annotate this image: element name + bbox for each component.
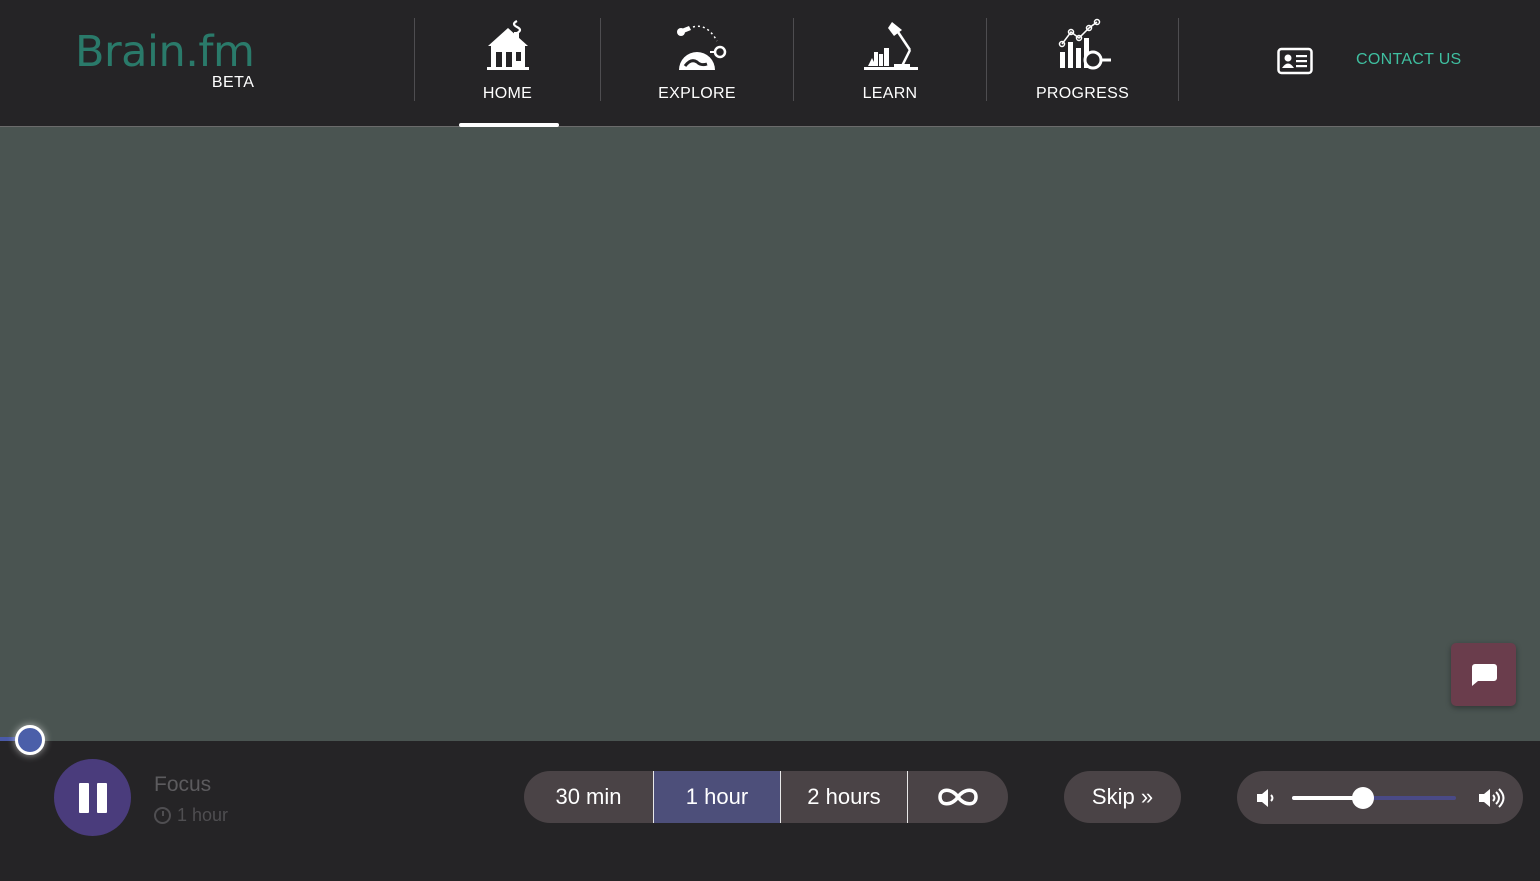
nav-item-explore[interactable]: EXPLORE (600, 18, 793, 102)
session-length-selector: 30 min 1 hour 2 hours (524, 771, 1008, 823)
skip-button[interactable]: Skip » (1064, 771, 1181, 823)
volume-high-icon[interactable] (1477, 785, 1507, 811)
nav-label-progress: PROGRESS (1035, 85, 1130, 102)
chart-magnifier-icon (1058, 18, 1111, 70)
pause-button[interactable] (54, 759, 131, 836)
volume-low-icon[interactable] (1255, 786, 1279, 810)
volume-slider[interactable] (1292, 787, 1456, 809)
id-card-icon[interactable] (1277, 46, 1313, 76)
active-tab-indicator (459, 123, 559, 127)
contact-us-link[interactable]: CONTACT US (1356, 51, 1462, 69)
main-nav: HOME EXPLORE LEARN PROGRESS (414, 18, 1179, 102)
timer-infinite[interactable] (908, 771, 1008, 823)
clock-icon (154, 807, 171, 824)
infinity-icon (938, 788, 978, 806)
track-duration: 1 hour (154, 805, 228, 826)
track-progress-knob[interactable] (15, 725, 45, 755)
timer-2-hours[interactable]: 2 hours (781, 771, 908, 823)
nav-item-home[interactable]: HOME (414, 18, 600, 102)
desk-lamp-icon (864, 22, 918, 70)
top-nav-bar: Brain.fm BETA HOME EXPLORE LEARN PROGRES… (0, 0, 1540, 127)
chat-button[interactable] (1451, 643, 1516, 706)
house-icon (486, 20, 529, 70)
timer-30-min[interactable]: 30 min (524, 771, 654, 823)
player-bar: Focus 1 hour 30 min 1 hour 2 hours Skip … (0, 741, 1540, 881)
volume-knob[interactable] (1351, 787, 1374, 809)
chat-bubble-icon (1471, 663, 1497, 686)
timer-1-hour[interactable]: 1 hour (654, 771, 781, 823)
nav-item-progress[interactable]: PROGRESS (986, 18, 1179, 102)
pause-bar-right (96, 782, 107, 813)
nav-item-learn[interactable]: LEARN (793, 18, 986, 102)
pause-bar-left (78, 782, 89, 813)
volume-control (1237, 771, 1523, 824)
nav-label-explore: EXPLORE (658, 85, 736, 102)
track-duration-label: 1 hour (177, 805, 229, 825)
track-title: Focus (154, 773, 212, 796)
brand-logo[interactable]: Brain.fm BETA (75, 27, 255, 91)
nav-label-home: HOME (482, 85, 533, 102)
brand-name: Brain.fm (75, 27, 255, 77)
beta-badge: BETA (211, 74, 255, 91)
nav-label-learn: LEARN (862, 85, 918, 102)
rocket-globe-icon (677, 25, 727, 70)
